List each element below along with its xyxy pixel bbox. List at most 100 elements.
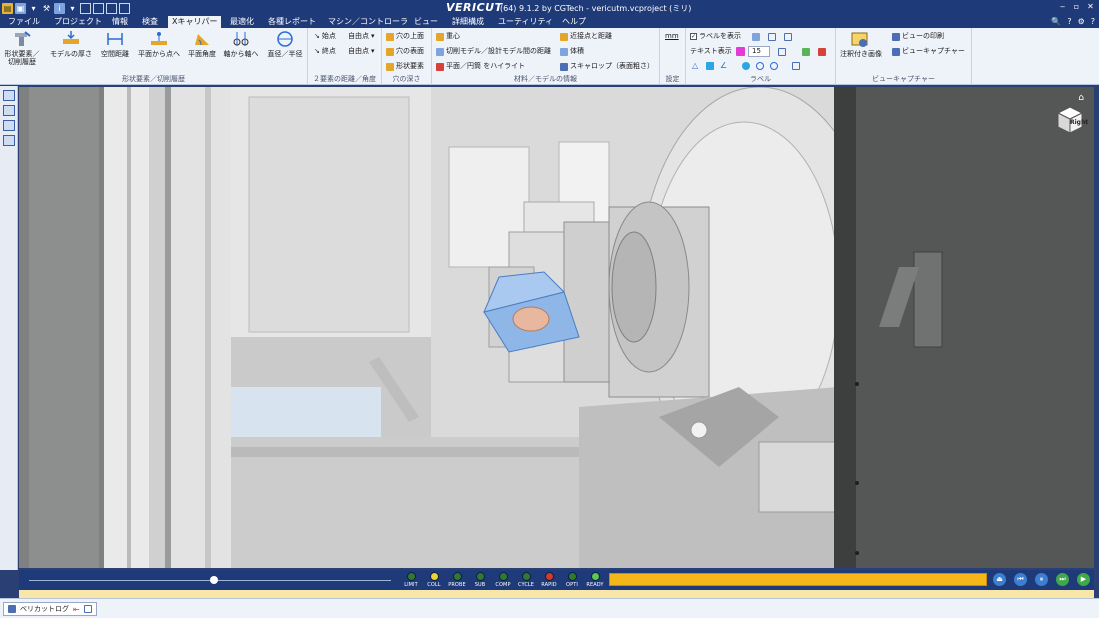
tab-reports[interactable]: 各種レポート: [264, 16, 320, 28]
circle-line-icon[interactable]: [756, 62, 764, 70]
simulation-slider-thumb[interactable]: [209, 576, 218, 584]
delete-label-icon[interactable]: [818, 48, 826, 56]
tab-project[interactable]: プロジェクト: [50, 16, 106, 28]
home-view-icon[interactable]: ⌂: [1078, 93, 1084, 103]
open-folder-icon[interactable]: ▤: [2, 2, 13, 14]
end-free-point-dropdown[interactable]: 自由点 ▾: [348, 46, 375, 57]
start-free-point-dropdown[interactable]: 自由点 ▾: [348, 31, 375, 42]
feature-button[interactable]: 形状要素: [386, 61, 424, 72]
center-of-gravity-button[interactable]: 重心: [436, 31, 460, 42]
view-capture-button[interactable]: ビューキャプチャー: [892, 46, 965, 57]
hole-top-button[interactable]: 穴の上面: [386, 31, 424, 42]
end-point-icon: ↘: [314, 47, 320, 55]
chevron-down-icon: ▾: [371, 32, 375, 40]
dimension-icon[interactable]: [792, 62, 800, 70]
font-size-input[interactable]: 15: [748, 46, 770, 57]
tab-utility[interactable]: ユーティリティ: [494, 16, 557, 28]
dropdown-icon-2[interactable]: ▾: [67, 3, 78, 14]
end-point-button[interactable]: ↘ 終点: [314, 46, 336, 57]
led-cycle: CYCLE: [515, 572, 537, 588]
ribbon-group-material: 重心 切削モデル／設計モデル間の距離 平面／円筒 をハイライト 近接点と距離 体…: [432, 28, 660, 85]
wrench-icon[interactable]: ⚒: [41, 3, 52, 14]
tab-inspection[interactable]: 検査: [138, 16, 162, 28]
step-forward-button[interactable]: ⏭: [1056, 573, 1069, 586]
tab-help[interactable]: ヘルプ: [558, 16, 590, 28]
arc-icon[interactable]: [706, 62, 714, 70]
plane-angle-button[interactable]: 平面角度: [186, 30, 218, 58]
view-cube[interactable]: Right: [1054, 105, 1088, 135]
tab-xcaliper[interactable]: Xキャリパー: [168, 16, 222, 28]
close-button[interactable]: ✕: [1086, 2, 1095, 11]
rewind-button[interactable]: ⏮: [1014, 573, 1027, 586]
triangle-icon[interactable]: △: [692, 61, 698, 70]
layout-quad-icon[interactable]: [106, 2, 117, 14]
highlight-plane-button[interactable]: 平面／円筒 をハイライト: [436, 61, 525, 72]
plane-to-point-button[interactable]: 平面から点へ: [137, 30, 181, 58]
info-icon[interactable]: i: [54, 2, 65, 14]
add-label-icon[interactable]: [802, 48, 810, 56]
hole-surface-button[interactable]: 穴の表面: [386, 46, 424, 57]
pin-icon[interactable]: ⇤: [73, 605, 80, 614]
layout-split-icon[interactable]: [93, 2, 104, 14]
properties-icon[interactable]: [3, 105, 15, 116]
label-style-icon-1[interactable]: [752, 33, 760, 41]
side-toolbar: [0, 86, 18, 570]
vericut-log-tab[interactable]: ベリカットログ ⇤: [3, 602, 97, 616]
tab-view[interactable]: ビュー: [410, 16, 442, 28]
shape-cut-history-button[interactable]: 形状要素／ 切削履歴: [4, 30, 40, 66]
led-coll-dot: [429, 572, 439, 581]
help-icon[interactable]: ?: [1067, 17, 1071, 26]
restore-button[interactable]: ▫: [1072, 2, 1081, 11]
list-view-icon[interactable]: [3, 120, 15, 131]
annotated-image-icon: [851, 32, 868, 47]
export-icon[interactable]: [3, 135, 15, 146]
angle-icon[interactable]: ∠: [720, 61, 727, 70]
gear-icon[interactable]: ⚙: [1078, 17, 1085, 26]
tab-info[interactable]: 情報: [108, 16, 132, 28]
save-icon[interactable]: ▣: [15, 2, 26, 14]
label-frame-icon[interactable]: [778, 48, 786, 56]
undock-icon[interactable]: [83, 605, 92, 613]
show-label-checkbox[interactable]: ✓ ラベルを表示: [690, 31, 741, 42]
tab-file[interactable]: ファイル: [4, 16, 44, 28]
label-text-icon[interactable]: [768, 33, 776, 41]
circle-select-icon[interactable]: [742, 62, 750, 70]
pause-button[interactable]: ⏸: [1035, 573, 1048, 586]
label-pin-icon[interactable]: [784, 33, 792, 41]
space-distance-button[interactable]: 空間距離: [100, 30, 130, 58]
led-comp-dot: [498, 572, 508, 581]
reset-model-button[interactable]: ⏏: [993, 573, 1006, 586]
ribbon-group-shape: 形状要素／ 切削履歴 モデルの厚さ 空間距離 平面から点へ 平面角度 軸から軸へ: [0, 28, 308, 85]
volume-button[interactable]: 体積: [560, 46, 584, 57]
layout-single-icon[interactable]: [80, 2, 91, 14]
cut-design-distance-button[interactable]: 切削モデル／設計モデル間の距離: [436, 46, 551, 57]
dropdown-icon[interactable]: ▾: [28, 3, 39, 14]
tree-view-icon[interactable]: [3, 90, 15, 101]
start-point-button[interactable]: ↘ 始点: [314, 31, 336, 42]
model-thickness-button[interactable]: モデルの厚さ: [48, 30, 94, 58]
minimize-button[interactable]: ‒: [1058, 2, 1067, 11]
highlight-icon: [436, 62, 444, 71]
label-color-swatch[interactable]: [736, 47, 745, 56]
nearest-point-button[interactable]: 近接点と距離: [560, 31, 612, 42]
led-rapid: RAPID: [538, 572, 560, 588]
led-ready: READY: [584, 572, 606, 588]
search-icon[interactable]: 🔍: [1051, 17, 1061, 26]
tab-configuration[interactable]: 詳細構成: [448, 16, 488, 28]
circle-center-icon[interactable]: [770, 62, 778, 70]
scallop-button[interactable]: スキャロップ（表面粗さ）: [560, 61, 654, 72]
play-button[interactable]: ▶: [1077, 573, 1090, 586]
volume-icon: [560, 47, 568, 56]
tab-optimize[interactable]: 最適化: [226, 16, 258, 28]
annotated-image-button[interactable]: 注釈付き画像: [840, 30, 882, 58]
axis-to-axis-button[interactable]: 軸から軸へ: [223, 30, 259, 58]
question-icon[interactable]: ?: [1091, 17, 1095, 26]
graphics-viewport[interactable]: ⌂ Right: [19, 87, 1094, 568]
unit-mm-button[interactable]: mm: [665, 31, 679, 42]
layout-grid-icon[interactable]: [119, 2, 130, 14]
distance-icon: [436, 47, 444, 56]
diameter-radius-button[interactable]: 直径／半径: [265, 30, 305, 58]
tab-machine-controller[interactable]: マシン／コントローラ: [324, 16, 412, 28]
menu-bar: ファイル プロジェクト 情報 検査 Xキャリパー 最適化 各種レポート マシン／…: [0, 16, 1099, 28]
print-view-button[interactable]: ビューの印刷: [892, 31, 944, 42]
